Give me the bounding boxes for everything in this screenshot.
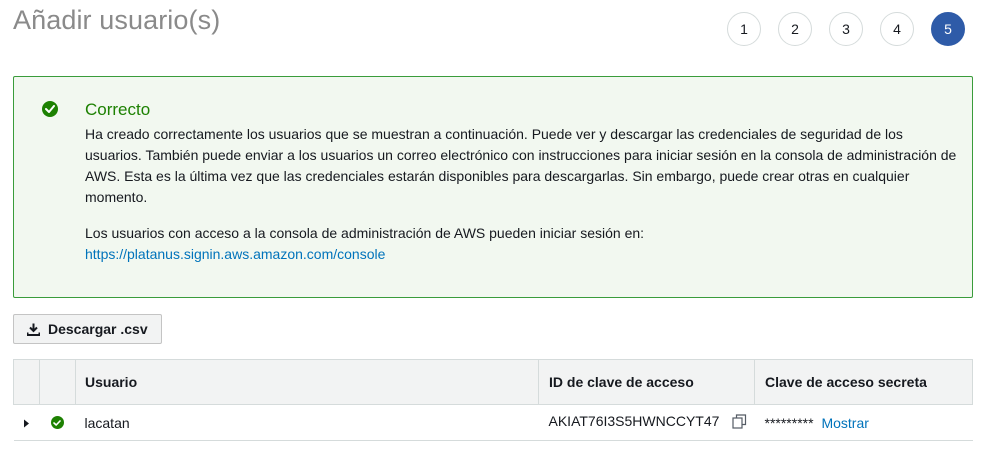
step-4[interactable]: 4 — [880, 12, 914, 46]
step-2[interactable]: 2 — [778, 12, 812, 46]
signin-text: Los usuarios con acceso a la consola de … — [85, 225, 645, 241]
step-3[interactable]: 3 — [829, 12, 863, 46]
download-icon — [27, 323, 40, 336]
wizard-steps: 1 2 3 4 5 — [727, 12, 965, 46]
secret-key-masked: ********* — [764, 414, 814, 431]
user-name: lacatan — [84, 414, 130, 431]
success-alert: Correcto Ha creado correctamente los usu… — [13, 76, 973, 298]
secret-key-cell: ********* Mostrar — [755, 405, 973, 441]
column-header-access-key-id[interactable]: ID de clave de acceso — [538, 359, 755, 405]
success-status-icon — [50, 416, 64, 429]
alert-title: Correcto — [85, 100, 151, 119]
access-key-id-cell: AKIAT76I3S5HWNCCYT47 — [539, 405, 755, 441]
expand-row-caret-icon[interactable] — [23, 415, 30, 431]
access-key-id: AKIAT76I3S5HWNCCYT47 — [548, 413, 720, 430]
page-title: Añadir usuario(s) — [13, 5, 221, 35]
column-header-expand — [13, 359, 40, 405]
column-header-secret-key[interactable]: Clave de acceso secreta — [754, 359, 973, 405]
alert-message: Ha creado correctamente los usuarios que… — [85, 126, 957, 205]
column-header-user[interactable]: Usuario — [75, 359, 539, 405]
step-5[interactable]: 5 — [931, 12, 965, 46]
download-csv-label: Descargar .csv — [48, 321, 148, 337]
table-header-row: Usuario ID de clave de acceso Clave de a… — [13, 359, 973, 405]
copy-icon[interactable] — [732, 414, 747, 432]
column-header-status — [39, 359, 76, 405]
step-1[interactable]: 1 — [727, 12, 761, 46]
download-csv-button[interactable]: Descargar .csv — [13, 314, 162, 344]
show-secret-link[interactable]: Mostrar — [821, 415, 868, 431]
users-table: Usuario ID de clave de acceso Clave de a… — [13, 359, 973, 441]
alert-body: Ha creado correctamente los usuarios que… — [85, 124, 960, 265]
console-signin-link[interactable]: https://platanus.signin.aws.amazon.com/c… — [85, 244, 960, 265]
check-circle-icon — [42, 101, 58, 117]
table-row: lacatan AKIAT76I3S5HWNCCYT47 ********* M… — [13, 405, 973, 441]
